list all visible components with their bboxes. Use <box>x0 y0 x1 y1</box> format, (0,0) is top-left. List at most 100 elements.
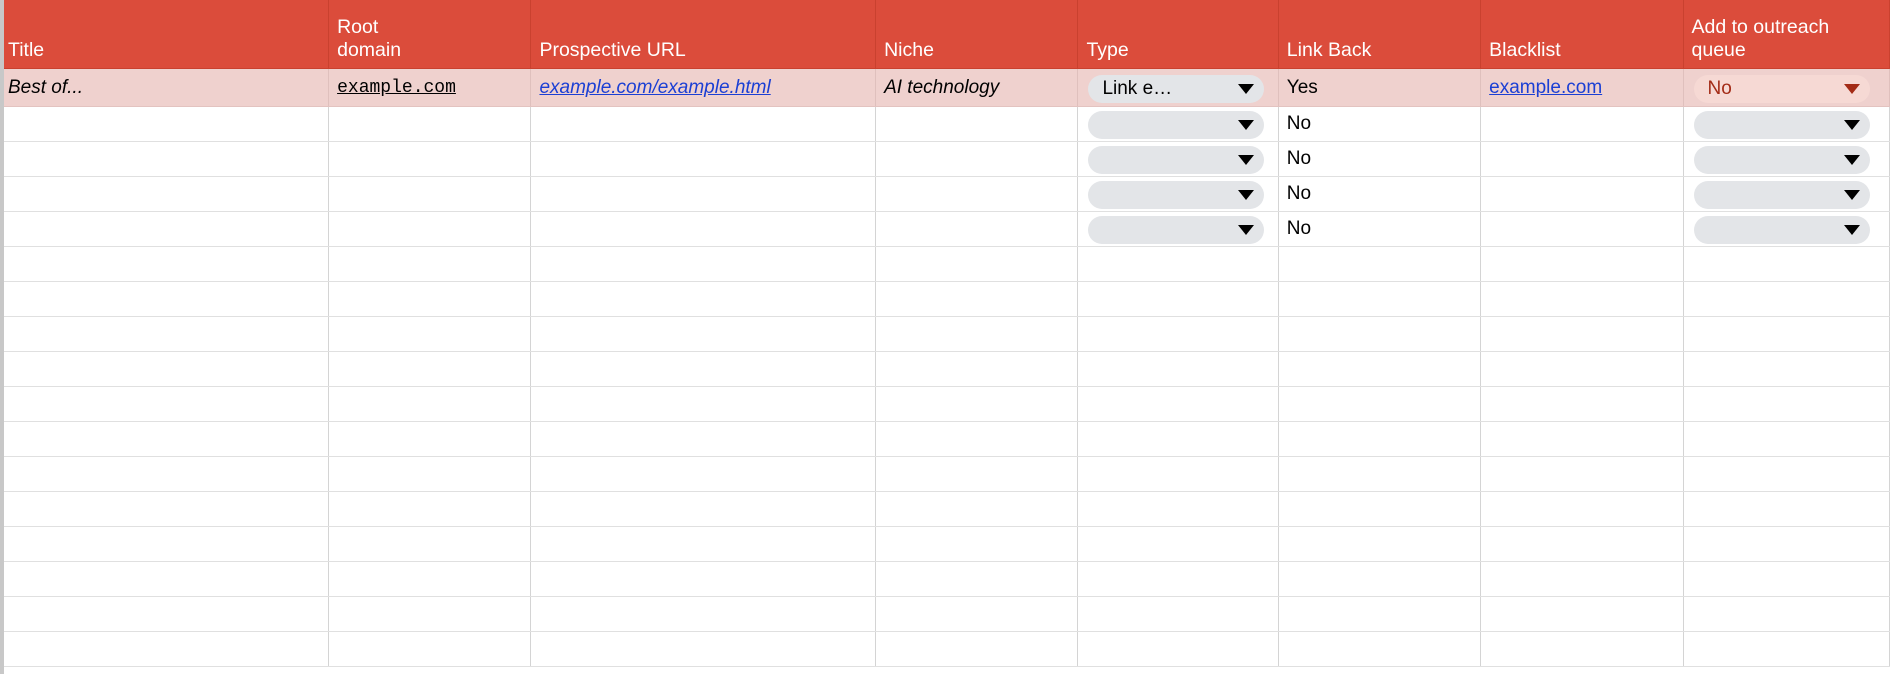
type-dropdown-chip[interactable] <box>1693 111 1870 140</box>
column-header-blacklist[interactable]: Blacklist <box>1480 0 1684 69</box>
table-row[interactable]: No <box>0 176 1890 212</box>
table-row-empty[interactable] <box>0 281 1890 317</box>
cell-empty[interactable] <box>875 421 1079 457</box>
cell-empty[interactable] <box>0 316 330 352</box>
cell-empty[interactable] <box>530 316 877 352</box>
cell-prospective-url[interactable]: example.com/example.html <box>530 68 877 107</box>
cell-empty[interactable] <box>1077 421 1279 457</box>
cell-empty[interactable] <box>1480 386 1684 422</box>
cell-root-domain[interactable] <box>328 176 532 212</box>
table-row[interactable]: Best of... example.com example.com/example… <box>0 68 1890 107</box>
cell-empty[interactable] <box>1278 456 1482 492</box>
table-row-empty[interactable] <box>0 526 1890 562</box>
cell-empty[interactable] <box>1683 561 1890 597</box>
cell-niche[interactable] <box>875 211 1079 247</box>
cell-blacklist[interactable]: example.com <box>1480 68 1684 107</box>
cell-empty[interactable] <box>1077 631 1279 667</box>
column-header-title[interactable]: Title <box>0 0 330 69</box>
cell-empty[interactable] <box>1077 281 1279 317</box>
cell-blacklist[interactable] <box>1480 141 1684 177</box>
column-header-add-to-outreach-queue[interactable]: Add to outreach queue <box>1683 0 1890 69</box>
cell-niche[interactable] <box>875 141 1079 177</box>
cell-add-to-outreach-queue[interactable] <box>1683 176 1890 212</box>
cell-prospective-url[interactable] <box>530 141 877 177</box>
cell-root-domain[interactable] <box>328 106 532 142</box>
cell-empty[interactable] <box>1278 631 1482 667</box>
cell-niche[interactable]: AI technology <box>875 68 1079 107</box>
cell-empty[interactable] <box>875 281 1079 317</box>
cell-type[interactable] <box>1077 141 1279 177</box>
table-row-empty[interactable] <box>0 491 1890 527</box>
cell-empty[interactable] <box>1683 386 1890 422</box>
table-row-empty[interactable] <box>0 596 1890 632</box>
table-row-empty[interactable] <box>0 561 1890 597</box>
cell-empty[interactable] <box>530 421 877 457</box>
table-row[interactable]: No <box>0 211 1890 247</box>
cell-link-back[interactable]: No <box>1278 141 1482 177</box>
cell-niche[interactable] <box>875 106 1079 142</box>
cell-empty[interactable] <box>1278 421 1482 457</box>
cell-empty[interactable] <box>530 526 877 562</box>
cell-title[interactable] <box>0 176 330 212</box>
cell-empty[interactable] <box>1077 456 1279 492</box>
cell-empty[interactable] <box>1683 491 1890 527</box>
cell-empty[interactable] <box>1683 526 1890 562</box>
cell-empty[interactable] <box>328 386 532 422</box>
cell-empty[interactable] <box>1278 491 1482 527</box>
column-header-prospective-url[interactable]: Prospective URL <box>530 0 877 69</box>
cell-empty[interactable] <box>1077 561 1279 597</box>
table-row-empty[interactable] <box>0 631 1890 667</box>
cell-empty[interactable] <box>875 596 1079 632</box>
cell-root-domain[interactable]: example.com <box>328 68 532 107</box>
cell-empty[interactable] <box>328 561 532 597</box>
column-header-link-back[interactable]: Link Back <box>1278 0 1482 69</box>
cell-root-domain[interactable] <box>328 211 532 247</box>
type-dropdown-chip[interactable] <box>1088 111 1265 140</box>
table-row-empty[interactable] <box>0 421 1890 457</box>
cell-prospective-url[interactable] <box>530 106 877 142</box>
cell-empty[interactable] <box>530 386 877 422</box>
cell-empty[interactable] <box>530 351 877 387</box>
cell-empty[interactable] <box>1480 281 1684 317</box>
cell-empty[interactable] <box>328 246 532 282</box>
cell-empty[interactable] <box>0 596 330 632</box>
cell-prospective-url-link[interactable]: example.com/example.html <box>539 77 770 98</box>
cell-empty[interactable] <box>530 561 877 597</box>
cell-add-to-outreach-queue[interactable] <box>1683 106 1890 142</box>
cell-empty[interactable] <box>0 561 330 597</box>
type-dropdown-chip[interactable] <box>1693 146 1870 175</box>
table-row-empty[interactable] <box>0 386 1890 422</box>
cell-empty[interactable] <box>1077 386 1279 422</box>
cell-empty[interactable] <box>0 456 330 492</box>
table-row[interactable]: No <box>0 106 1890 142</box>
cell-empty[interactable] <box>328 491 532 527</box>
cell-empty[interactable] <box>1077 316 1279 352</box>
cell-empty[interactable] <box>328 456 532 492</box>
cell-blacklist[interactable] <box>1480 106 1684 142</box>
table-row[interactable]: No <box>0 141 1890 177</box>
cell-empty[interactable] <box>1480 561 1684 597</box>
cell-empty[interactable] <box>1278 316 1482 352</box>
cell-empty[interactable] <box>875 386 1079 422</box>
table-row-empty[interactable] <box>0 246 1890 282</box>
cell-empty[interactable] <box>328 351 532 387</box>
cell-empty[interactable] <box>1480 456 1684 492</box>
cell-add-to-outreach-queue[interactable] <box>1683 211 1890 247</box>
cell-empty[interactable] <box>875 631 1079 667</box>
cell-empty[interactable] <box>0 351 330 387</box>
cell-empty[interactable] <box>1683 281 1890 317</box>
cell-niche[interactable] <box>875 176 1079 212</box>
cell-title[interactable] <box>0 211 330 247</box>
table-row-empty[interactable] <box>0 456 1890 492</box>
cell-empty[interactable] <box>1480 491 1684 527</box>
cell-add-to-outreach-queue[interactable]: No <box>1683 68 1890 107</box>
cell-type[interactable] <box>1077 176 1279 212</box>
cell-blacklist[interactable] <box>1480 176 1684 212</box>
cell-empty[interactable] <box>1480 631 1684 667</box>
cell-type[interactable] <box>1077 211 1279 247</box>
cell-empty[interactable] <box>875 351 1079 387</box>
queue-dropdown-chip[interactable]: No <box>1693 74 1870 103</box>
cell-empty[interactable] <box>1278 561 1482 597</box>
cell-empty[interactable] <box>1278 351 1482 387</box>
cell-empty[interactable] <box>1683 456 1890 492</box>
